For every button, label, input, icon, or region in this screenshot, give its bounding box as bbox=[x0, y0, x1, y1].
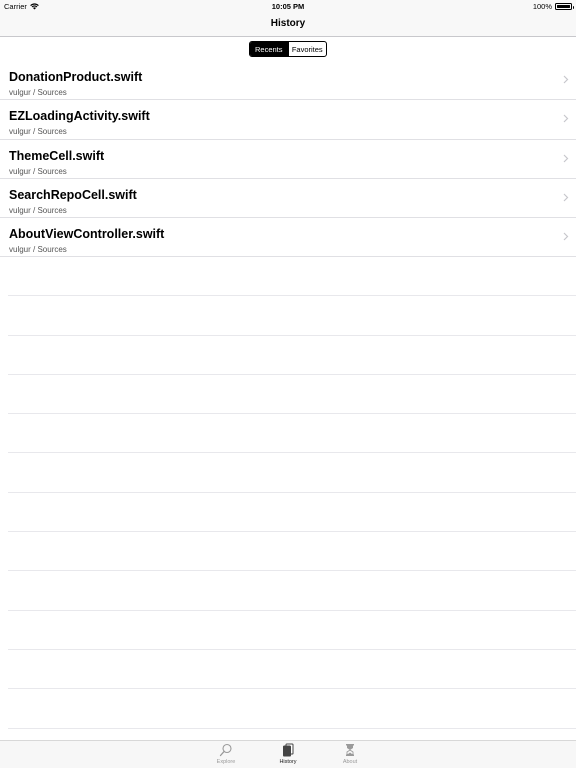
status-right: 100% bbox=[532, 2, 574, 11]
file-title: DonationProduct.swift bbox=[9, 70, 143, 84]
file-path: vulgur / Sources bbox=[9, 88, 67, 97]
list-item[interactable]: DonationProduct.swift vulgur / Sources bbox=[0, 61, 576, 101]
empty-row bbox=[8, 611, 576, 650]
navigation-bar: History bbox=[0, 12, 576, 37]
empty-row bbox=[8, 493, 576, 533]
tab-about[interactable]: About bbox=[330, 743, 370, 765]
battery-fill bbox=[557, 5, 570, 8]
hourglass-icon bbox=[346, 744, 354, 756]
file-title: ThemeCell.swift bbox=[9, 148, 105, 163]
file-title: EZLoadingActivity.swift bbox=[9, 109, 150, 124]
tab-label: About bbox=[342, 759, 358, 765]
tab-label: Explore bbox=[216, 759, 236, 765]
file-title: AboutViewController.swift bbox=[9, 227, 165, 242]
list-item[interactable]: ThemeCell.swift vulgur / Sources bbox=[0, 140, 576, 179]
list-item[interactable]: EZLoadingActivity.swift vulgur / Sources bbox=[0, 100, 576, 140]
file-path: vulgur / Sources bbox=[9, 245, 67, 255]
magnifier-icon bbox=[219, 743, 232, 757]
history-list: DonationProduct.swift vulgur / Sources E… bbox=[0, 61, 576, 258]
documents-icon bbox=[283, 743, 294, 757]
segment-recents[interactable]: Recents bbox=[250, 42, 288, 56]
tab-explore[interactable]: Explore bbox=[206, 743, 246, 765]
segment-favorites[interactable]: Favorites bbox=[287, 42, 327, 56]
battery-tip bbox=[572, 5, 574, 9]
empty-table-rows bbox=[8, 257, 576, 729]
page-title: History bbox=[270, 18, 306, 29]
battery-icon bbox=[555, 3, 574, 10]
empty-row bbox=[8, 414, 576, 454]
chevron-right-icon bbox=[563, 114, 569, 123]
empty-row bbox=[8, 650, 576, 690]
empty-row bbox=[8, 453, 576, 493]
chevron-right-icon bbox=[563, 232, 569, 241]
file-path: vulgur / Sources bbox=[9, 166, 67, 176]
chevron-right-icon bbox=[563, 75, 569, 84]
tab-history[interactable]: History bbox=[268, 743, 308, 765]
file-path: vulgur / Sources bbox=[9, 127, 67, 137]
list-item[interactable]: AboutViewController.swift vulgur / Sourc… bbox=[0, 218, 576, 258]
file-path: vulgur / Sources bbox=[9, 205, 67, 215]
tab-bar: Explore History About bbox=[0, 740, 576, 768]
empty-row bbox=[8, 257, 576, 297]
status-time: 10:05 PM bbox=[271, 2, 305, 11]
empty-row bbox=[8, 296, 576, 336]
list-item[interactable]: SearchRepoCell.swift vulgur / Sources bbox=[0, 179, 576, 219]
empty-row bbox=[8, 532, 576, 572]
empty-row bbox=[8, 336, 576, 375]
empty-row bbox=[8, 689, 576, 729]
chevron-right-icon bbox=[563, 193, 569, 202]
battery-percentage: 100% bbox=[532, 2, 552, 11]
empty-row bbox=[8, 571, 576, 611]
file-title: SearchRepoCell.swift bbox=[9, 187, 137, 202]
status-bar: Carrier 10:05 PM 100% bbox=[0, 0, 576, 12]
recents-favorites-segmented-control: Recents Favorites bbox=[249, 41, 327, 57]
empty-row bbox=[8, 375, 576, 415]
chevron-right-icon bbox=[563, 154, 569, 163]
tab-label: History bbox=[279, 759, 297, 765]
